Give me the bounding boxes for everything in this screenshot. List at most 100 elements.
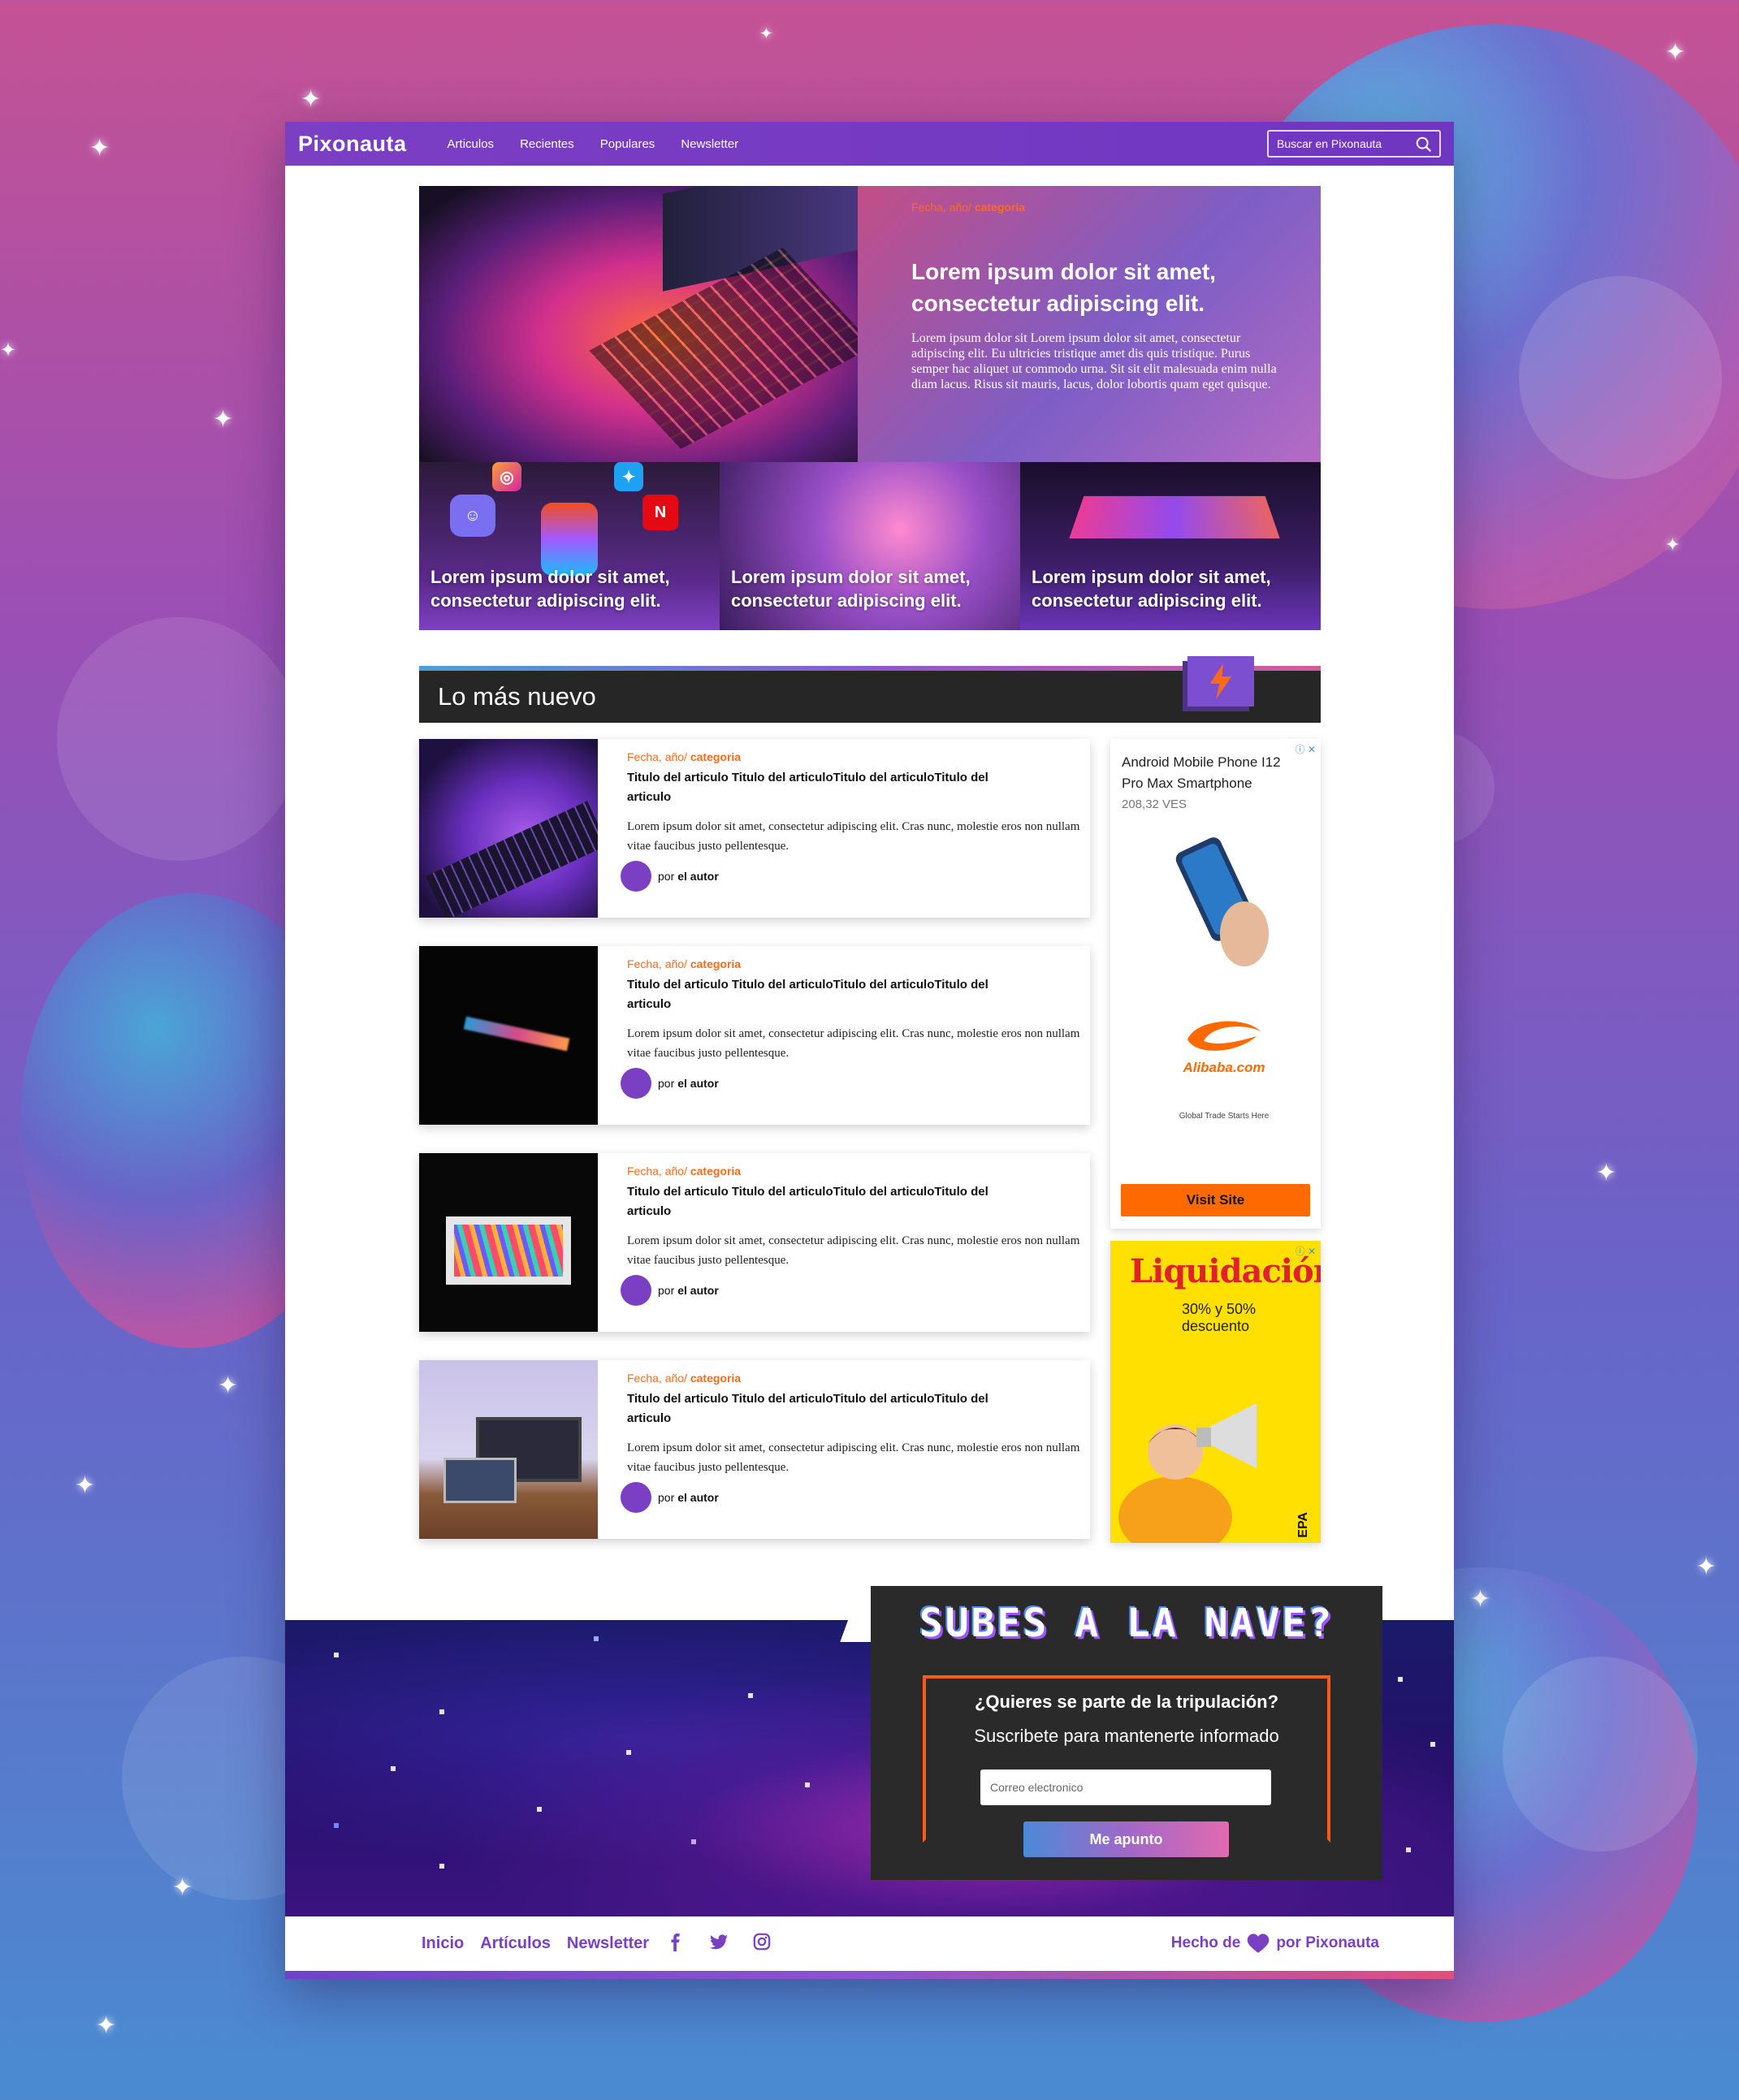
nav-item-recientes[interactable]: Recientes <box>520 137 574 151</box>
sparkle-icon: ✦ <box>89 135 110 162</box>
secondary-article-title[interactable]: Lorem ipsum dolor sit amet, consectetur … <box>1032 565 1321 612</box>
sparkle-icon: ✦ <box>1596 1160 1617 1186</box>
article-title[interactable]: Titulo del articulo Titulo del articuloT… <box>627 1389 1009 1428</box>
sparkle-icon: ✦ <box>301 86 322 113</box>
article-author[interactable]: por el autor <box>621 1068 1082 1099</box>
nav-item-populares[interactable]: Populares <box>600 137 655 151</box>
background-bubble <box>1519 276 1722 479</box>
secondary-article-title[interactable]: Lorem ipsum dolor sit amet, consectetur … <box>430 565 720 612</box>
search-placeholder: Buscar en Pixonauta <box>1277 137 1382 150</box>
nav-item-articulos[interactable]: Articulos <box>448 137 495 151</box>
secondary-articles: ◎ ✦ ☺ N Lorem ipsum dolor sit amet, cons… <box>419 462 1321 630</box>
article-author[interactable]: por el autor <box>621 861 1082 892</box>
alibaba-logo: Alibaba.com Global Trade Starts Here <box>1167 1015 1281 1121</box>
article-thumbnail <box>419 946 598 1125</box>
featured-meta: Fecha, año/ categoria <box>911 201 1026 214</box>
article-card[interactable]: Fecha, año/ categoria Titulo del articul… <box>419 739 1090 918</box>
avatar <box>621 1482 651 1513</box>
social-links <box>667 1933 771 1952</box>
website-frame: Pixonauta Articulos Recientes Populares … <box>285 122 1454 1979</box>
featured-excerpt: Lorem ipsum dolor sit Lorem ipsum dolor … <box>911 331 1277 391</box>
visit-site-button[interactable]: Visit Site <box>1121 1184 1310 1216</box>
sparkle-icon: ✦ <box>75 1472 96 1499</box>
article-title[interactable]: Titulo del articulo Titulo del articuloT… <box>627 975 1009 1014</box>
article-thumbnail <box>419 1153 598 1332</box>
newsletter-subtitle: Suscribete para mantenerte informado <box>974 1726 1279 1746</box>
newsletter-question: ¿Quieres se parte de la tripulación? <box>974 1692 1279 1712</box>
article-excerpt: Lorem ipsum dolor sit amet, consectetur … <box>627 1441 1080 1474</box>
facebook-icon[interactable] <box>667 1933 685 1952</box>
background-bubble <box>57 617 301 861</box>
avatar <box>621 1068 651 1099</box>
article-excerpt: Lorem ipsum dolor sit amet, consectetur … <box>627 820 1080 853</box>
sparkle-icon: ✦ <box>213 406 234 433</box>
secondary-article[interactable]: Lorem ipsum dolor sit amet, consectetur … <box>720 462 1020 630</box>
article-meta: Fecha, año/ categoria <box>627 1372 742 1385</box>
footer-link-articulos[interactable]: Artículos <box>480 1934 551 1953</box>
article-card[interactable]: Fecha, año/ categoria Titulo del articul… <box>419 1360 1090 1539</box>
instagram-icon: ◎ <box>492 462 521 491</box>
ad-headline: Liquidación <box>1130 1252 1321 1290</box>
article-meta: Fecha, año/ categoria <box>627 750 742 763</box>
footer-link-newsletter[interactable]: Newsletter <box>567 1934 649 1953</box>
alibaba-smile-icon <box>1187 1021 1261 1051</box>
avatar <box>621 1275 651 1306</box>
featured-image-laptop <box>419 186 858 462</box>
background-bubble <box>1503 1657 1698 1852</box>
top-navigation-bar: Pixonauta Articulos Recientes Populares … <box>285 122 1454 166</box>
article-card[interactable]: Fecha, año/ categoria Titulo del articul… <box>419 946 1090 1125</box>
featured-title[interactable]: Lorem ipsum dolor sit amet, consectetur … <box>911 256 1288 319</box>
featured-text: Fecha, año/ categoria Lorem ipsum dolor … <box>858 186 1321 462</box>
secondary-article-title[interactable]: Lorem ipsum dolor sit amet, consectetur … <box>731 565 1020 612</box>
ad-subheadline: 30% y 50% descuento <box>1182 1301 1257 1334</box>
article-body: Fecha, año/ categoria Titulo del articul… <box>598 739 1106 918</box>
article-meta: Fecha, año/ categoria <box>627 1165 742 1177</box>
subscribe-button[interactable]: Me apunto <box>1023 1821 1229 1857</box>
nav-item-newsletter[interactable]: Newsletter <box>681 137 738 151</box>
footer-credit: Hecho de por Pixonauta <box>1171 1933 1379 1954</box>
sparkle-icon: ✦ <box>1665 534 1681 555</box>
footer-nav: Inicio Artículos Newsletter <box>422 1934 649 1953</box>
article-body: Fecha, año/ categoria Titulo del articul… <box>598 946 1106 1125</box>
woman-megaphone-image <box>1118 1403 1257 1543</box>
site-logo[interactable]: Pixonauta <box>298 132 407 157</box>
secondary-article[interactable]: ◎ ✦ ☺ N Lorem ipsum dolor sit amet, cons… <box>419 462 720 630</box>
article-excerpt: Lorem ipsum dolor sit amet, consectetur … <box>627 1234 1080 1267</box>
ad-banner-alibaba[interactable]: ⓘ ✕ Android Mobile Phone I12 Pro Max Sma… <box>1110 739 1321 1229</box>
ad-price: 208,32 VES <box>1122 797 1187 811</box>
section-title: Lo más nuevo <box>419 671 1321 723</box>
article-title[interactable]: Titulo del articulo Titulo del articuloT… <box>627 768 1009 807</box>
article-thumbnail <box>419 1360 598 1539</box>
footer: Inicio Artículos Newsletter Hecho de por… <box>285 1916 1454 1971</box>
secondary-article[interactable]: Lorem ipsum dolor sit amet, consectetur … <box>1020 462 1321 630</box>
sparkle-icon: ✦ <box>218 1372 239 1399</box>
avatar <box>621 861 651 892</box>
search-input[interactable]: Buscar en Pixonauta <box>1267 130 1441 158</box>
article-author[interactable]: por el autor <box>621 1482 1082 1513</box>
ad-brand: EPA <box>1296 1512 1310 1538</box>
sparkle-icon: ✦ <box>96 2012 117 2039</box>
article-meta: Fecha, año/ categoria <box>627 957 742 970</box>
twitter-icon: ✦ <box>614 462 643 491</box>
article-excerpt: Lorem ipsum dolor sit amet, consectetur … <box>627 1027 1080 1060</box>
article-card[interactable]: Fecha, año/ categoria Titulo del articul… <box>419 1153 1090 1332</box>
article-title[interactable]: Titulo del articulo Titulo del articuloT… <box>627 1182 1009 1221</box>
smartphone-image <box>1175 837 1269 966</box>
sparkle-icon: ✦ <box>172 1874 193 1901</box>
instagram-icon[interactable] <box>753 1933 771 1951</box>
featured-article[interactable]: Fecha, año/ categoria Lorem ipsum dolor … <box>419 186 1321 462</box>
twitter-icon[interactable] <box>709 1933 729 1952</box>
heart-icon <box>1248 1934 1270 1953</box>
search-icon[interactable] <box>1415 136 1433 153</box>
article-body: Fecha, año/ categoria Titulo del articul… <box>598 1360 1106 1539</box>
article-body: Fecha, año/ categoria Titulo del articul… <box>598 1153 1106 1332</box>
netflix-icon: N <box>642 495 678 530</box>
section-header: Lo más nuevo <box>419 656 1321 723</box>
main-nav: Articulos Recientes Populares Newsletter <box>448 137 739 151</box>
sparkle-icon: ✦ <box>759 25 773 43</box>
email-field[interactable]: Correo electronico <box>980 1769 1271 1805</box>
ad-banner-liquidacion[interactable]: ⓘ ✕ Liquidación 30% y 50% descuento EPA <box>1110 1241 1321 1543</box>
article-author[interactable]: por el autor <box>621 1275 1082 1306</box>
sparkle-icon: ✦ <box>0 339 17 361</box>
footer-link-inicio[interactable]: Inicio <box>422 1934 464 1953</box>
